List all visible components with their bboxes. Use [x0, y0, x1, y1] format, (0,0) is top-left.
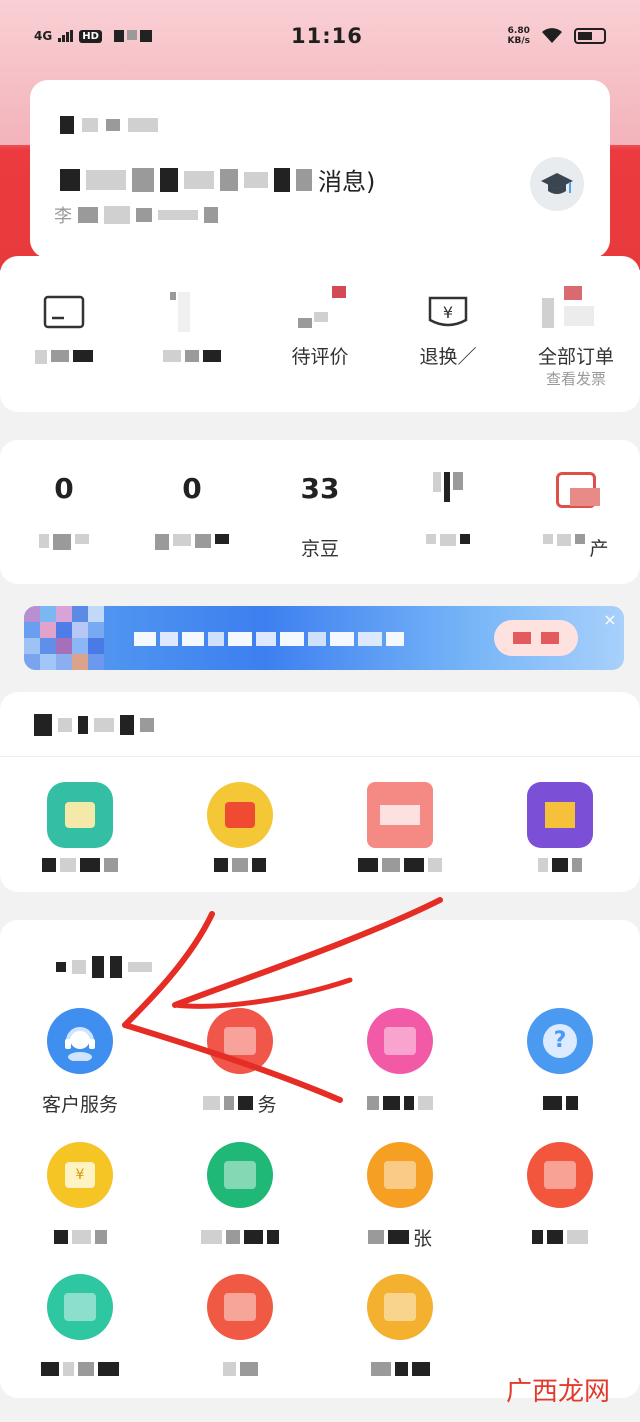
order-label — [35, 350, 93, 376]
tools-card — [0, 692, 640, 892]
order-item[interactable] — [0, 292, 128, 389]
order-item-all[interactable]: 全部订单 查看发票 — [512, 286, 640, 389]
asset-item[interactable]: 产 — [512, 472, 640, 560]
service-item[interactable]: 客户服务 — [0, 1008, 160, 1116]
service-item[interactable] — [320, 1008, 480, 1116]
payment-card-icon — [43, 295, 85, 329]
service-label — [201, 1224, 279, 1250]
tool-item[interactable] — [320, 782, 480, 884]
service-item[interactable] — [320, 1274, 480, 1382]
service-label — [542, 1090, 578, 1116]
service-item[interactable] — [480, 1142, 640, 1250]
service-label: 张 — [367, 1224, 432, 1250]
asset-item[interactable]: 0 — [128, 472, 256, 560]
tool-item[interactable] — [160, 782, 320, 884]
orders-card: 待评价 ¥ 退换／ 全部订单 查看发票 — [0, 256, 640, 412]
service-label — [370, 1356, 430, 1382]
battery-icon — [574, 28, 606, 44]
service-label — [532, 1224, 588, 1250]
ticket-icon — [367, 1142, 433, 1208]
asset-value: 0 — [54, 472, 74, 505]
asset-value — [433, 472, 463, 512]
hd-badge: HD — [79, 29, 102, 43]
service-item[interactable]: ? — [480, 1008, 640, 1116]
order-item[interactable] — [128, 292, 256, 389]
service-item[interactable]: 张 — [320, 1142, 480, 1250]
notification-icon — [113, 30, 152, 42]
service-label: 客户服务 — [41, 1093, 118, 1116]
tool-item[interactable] — [480, 782, 640, 884]
order-label: 退换／ — [419, 346, 477, 368]
asset-label: 产 — [543, 534, 609, 560]
asset-value: 0 — [182, 472, 202, 505]
service-label — [53, 1224, 107, 1250]
comment-icon — [298, 286, 346, 332]
tool-icon — [527, 782, 593, 848]
leaf-icon — [207, 1142, 273, 1208]
headset-icon — [47, 1008, 113, 1074]
tool-icon — [367, 782, 433, 848]
service-item[interactable] — [0, 1274, 160, 1382]
promo-button[interactable] — [494, 620, 578, 656]
tool-item[interactable] — [0, 782, 160, 884]
network-label: 4G — [34, 29, 53, 43]
username — [60, 116, 158, 134]
order-item[interactable]: 待评价 — [256, 286, 384, 389]
service-item[interactable]: ¥ — [0, 1142, 160, 1250]
service-label: 务 — [203, 1090, 277, 1116]
signal-icon — [58, 30, 74, 42]
section-title — [34, 714, 154, 736]
asset-label: 京豆 — [300, 538, 339, 560]
order-list-icon — [542, 286, 598, 332]
wallet-icon — [554, 472, 600, 512]
bag-icon — [367, 1274, 433, 1340]
service-icon — [207, 1008, 273, 1074]
asset-item[interactable]: 0 — [0, 472, 128, 560]
tool-icon — [207, 782, 273, 848]
profile-subtitle: 李 — [54, 202, 218, 228]
order-label — [163, 350, 221, 376]
invoice-link[interactable]: 查看发票 — [546, 368, 606, 389]
shirt-icon — [47, 1274, 113, 1340]
profile-title: 消息) — [60, 162, 375, 197]
service-item[interactable]: 务 — [160, 1008, 320, 1116]
service-item[interactable] — [160, 1274, 320, 1382]
help-icon: ? — [527, 1008, 593, 1074]
service-label — [41, 1356, 119, 1382]
asset-label — [155, 534, 229, 560]
gift-icon — [367, 1008, 433, 1074]
box-icon — [170, 292, 214, 332]
tool-icon — [47, 782, 113, 848]
asset-item[interactable] — [384, 472, 512, 560]
clock: 11:16 — [291, 24, 363, 48]
graduation-cap-icon[interactable] — [530, 157, 584, 211]
net-speed: 6.80 KB/s — [507, 26, 530, 46]
close-icon[interactable]: × — [600, 610, 620, 630]
service-label — [222, 1356, 258, 1382]
order-label: 待评价 — [291, 346, 349, 368]
services-card: 客户服务 务? ¥ 张 — [0, 920, 640, 1398]
asset-value: 33 — [300, 472, 340, 505]
store-icon — [527, 1142, 593, 1208]
section-title — [56, 956, 152, 978]
watermark: 广西龙网 — [505, 1377, 610, 1407]
wifi-icon — [542, 28, 562, 43]
status-bar: 4G HD 11:16 6.80 KB/s — [0, 0, 640, 72]
coin-icon: ¥ — [47, 1142, 113, 1208]
refund-icon: ¥ — [428, 296, 468, 327]
asset-item[interactable]: 33 京豆 — [256, 472, 384, 560]
profile-card[interactable]: 消息) 李 — [30, 80, 610, 258]
asset-label — [426, 534, 470, 560]
assets-card: 0 0 33 京豆 产 — [0, 440, 640, 584]
order-item[interactable]: ¥ 退换／ — [384, 292, 512, 389]
asset-label — [39, 534, 89, 560]
order-label: 全部订单 — [537, 346, 614, 368]
promo-banner[interactable]: × — [24, 606, 624, 670]
person-icon — [207, 1274, 273, 1340]
service-label — [367, 1090, 433, 1116]
svg-text:¥: ¥ — [443, 303, 453, 322]
service-item[interactable] — [160, 1142, 320, 1250]
